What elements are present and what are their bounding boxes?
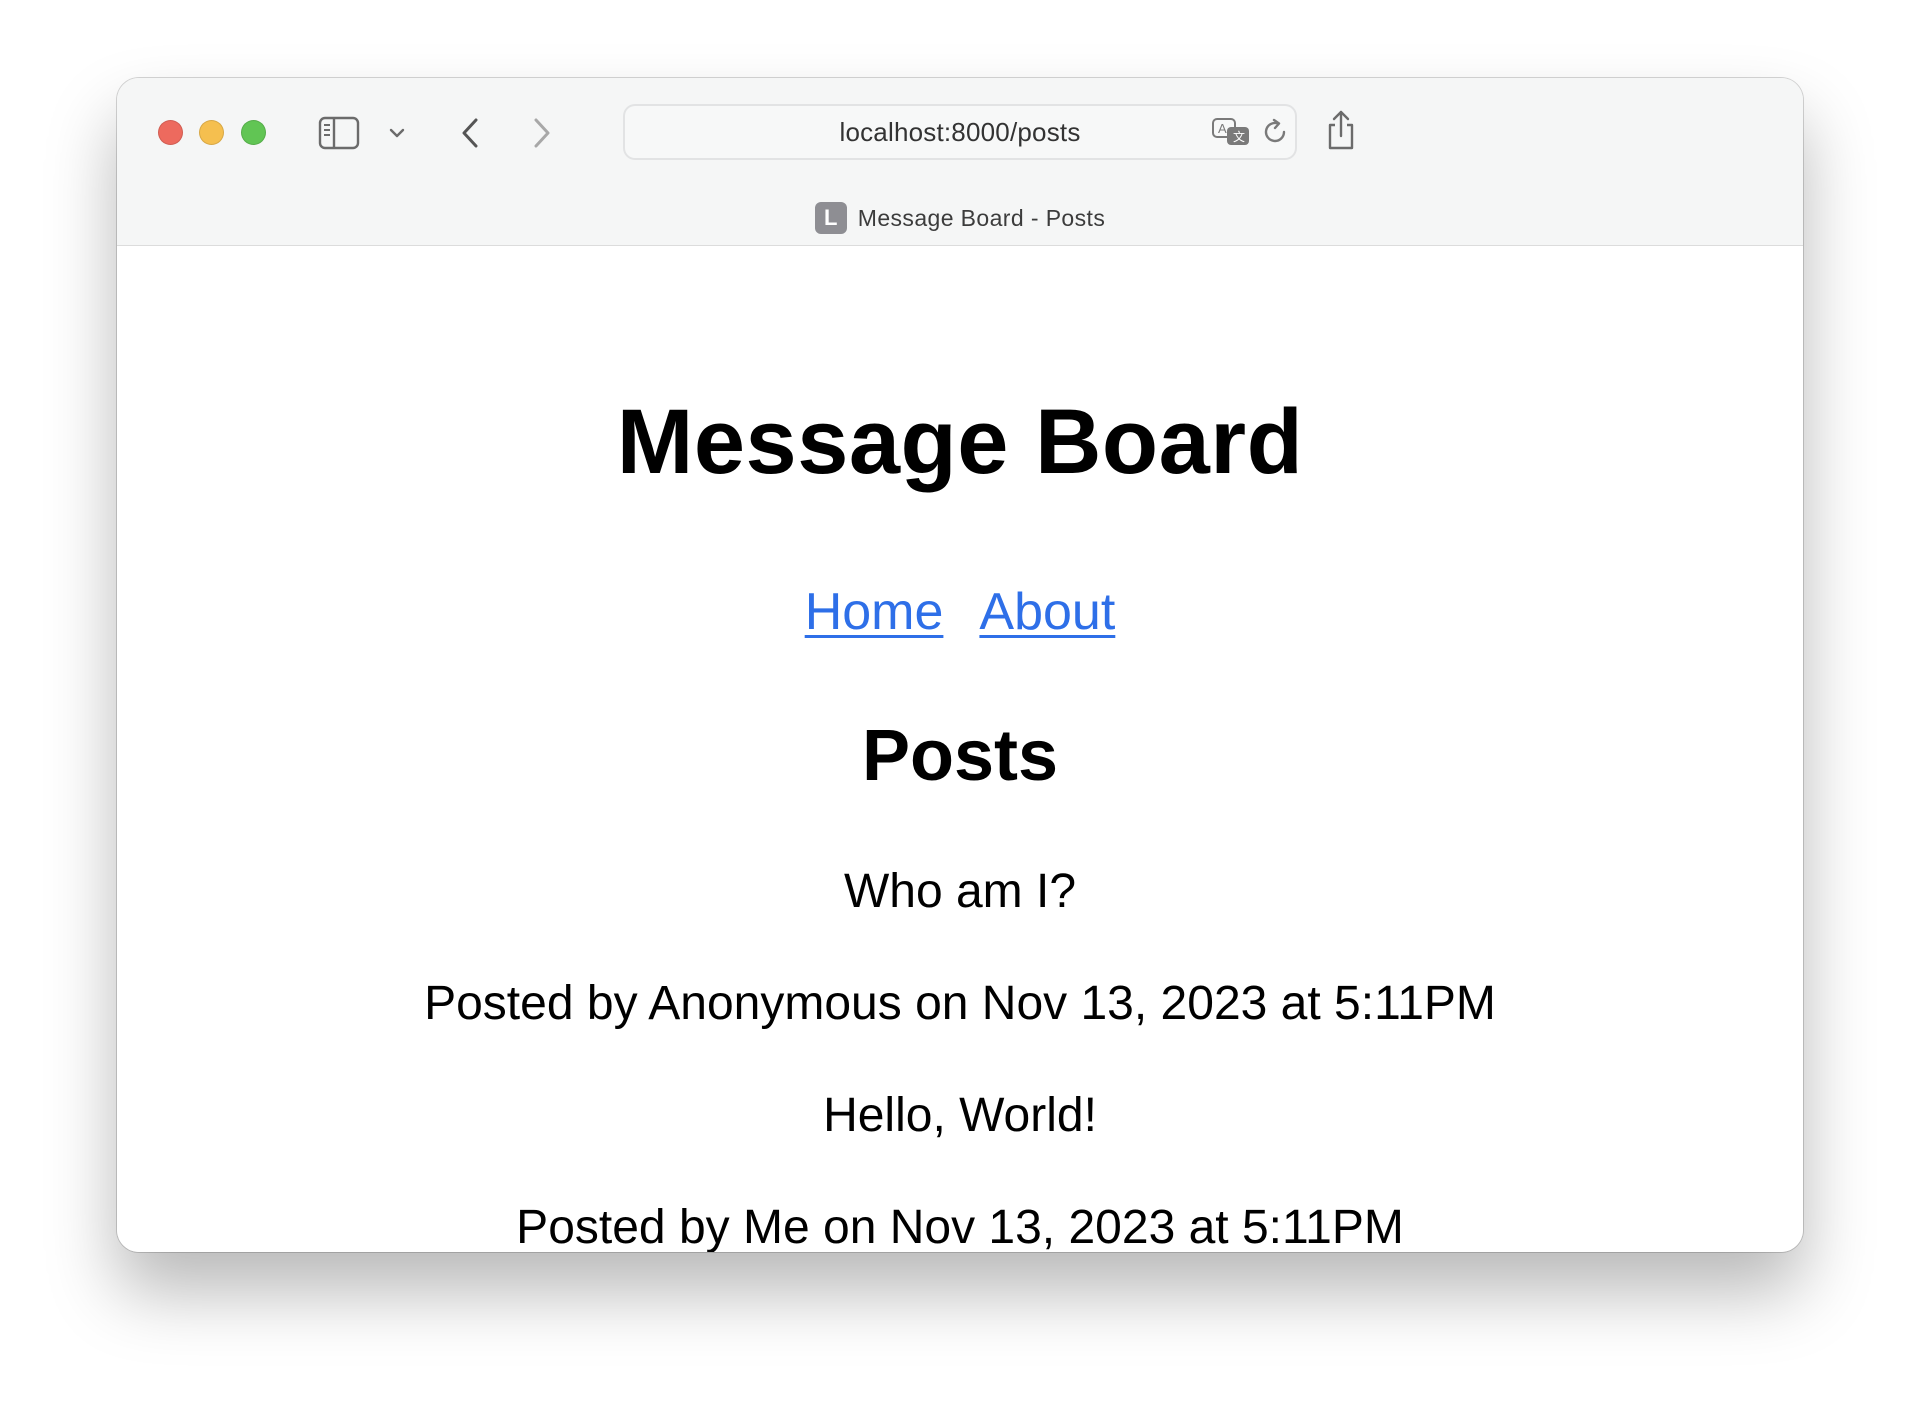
zoom-window-button[interactable] <box>241 120 266 145</box>
address-bar[interactable]: localhost:8000/posts A 文 <box>623 104 1297 160</box>
close-window-button[interactable] <box>158 120 183 145</box>
back-button[interactable] <box>452 114 488 152</box>
tab-group-menu-button[interactable] <box>384 118 410 148</box>
forward-button[interactable] <box>524 114 560 152</box>
sidebar-icon <box>318 116 360 150</box>
back-icon <box>462 118 478 148</box>
browser-toolbar: localhost:8000/posts A 文 L Message Board… <box>117 78 1803 246</box>
chevron-down-icon <box>389 128 405 138</box>
minimize-window-button[interactable] <box>199 120 224 145</box>
forward-icon <box>534 118 550 148</box>
post-meta: Posted by Me on Nov 13, 2023 at 5:11PM <box>516 1201 1404 1252</box>
active-tab[interactable]: L Message Board - Posts <box>117 200 1803 236</box>
section-heading: Posts <box>861 716 1059 796</box>
browser-window: localhost:8000/posts A 文 L Message Board… <box>117 78 1803 1252</box>
share-button[interactable] <box>1323 108 1359 152</box>
tab-title: Message Board - Posts <box>857 204 1106 231</box>
page-title: Message Board <box>616 391 1304 493</box>
url-text[interactable]: localhost:8000/posts <box>623 117 1297 148</box>
favicon-icon: L <box>814 202 847 234</box>
post-text: Who am I? <box>843 865 1077 918</box>
post-text: Hello, World! <box>823 1089 1097 1142</box>
translate-icon[interactable]: A 文 <box>1211 115 1253 149</box>
post-meta: Posted by Anonymous on Nov 13, 2023 at 5… <box>424 977 1496 1030</box>
page-content: Message Board Home About Posts Who am I? … <box>117 246 1803 1252</box>
sidebar-toggle-button[interactable] <box>318 116 360 150</box>
nav-link-about[interactable]: About <box>979 583 1115 641</box>
share-icon <box>1328 110 1354 150</box>
reload-icon[interactable] <box>1260 117 1290 147</box>
nav-link-home[interactable]: Home <box>805 583 944 641</box>
svg-text:文: 文 <box>1233 129 1245 144</box>
site-nav: Home About <box>117 586 1803 638</box>
svg-text:A: A <box>1218 121 1227 136</box>
